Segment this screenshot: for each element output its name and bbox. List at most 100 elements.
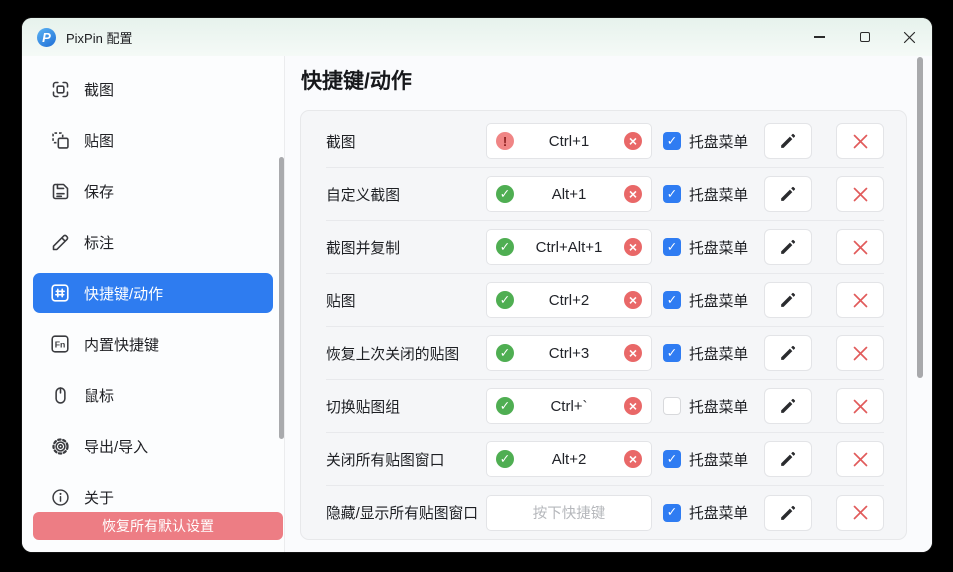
sidebar-item-label: 贴图 bbox=[84, 130, 114, 151]
sidebar-item-save[interactable]: 保存 bbox=[33, 171, 273, 211]
tray-checkbox[interactable]: ✓ bbox=[663, 132, 681, 150]
sidebar-item-label: 保存 bbox=[84, 181, 114, 202]
clear-hotkey-icon[interactable]: × bbox=[624, 132, 642, 150]
sidebar-item-about[interactable]: 关于 bbox=[33, 477, 273, 517]
tray-checkbox[interactable]: ✓ bbox=[663, 238, 681, 256]
maximize-button[interactable] bbox=[842, 18, 887, 56]
clear-hotkey-icon[interactable]: × bbox=[624, 185, 642, 203]
hotkey-input[interactable]: ✓Ctrl+3× bbox=[486, 335, 652, 371]
delete-x-icon bbox=[850, 343, 871, 364]
maximize-icon bbox=[860, 32, 870, 42]
clear-hotkey-icon[interactable]: × bbox=[624, 238, 642, 256]
sidebar-nav: 截图贴图保存标注快捷键/动作 Fn内置快捷键鼠标导出/导入关于 bbox=[33, 69, 273, 517]
tray-menu-option: ✓ 托盘菜单 bbox=[663, 343, 748, 364]
ok-status-icon: ✓ bbox=[496, 238, 514, 256]
ok-status-icon: ✓ bbox=[496, 397, 514, 415]
ok-status-icon: ✓ bbox=[496, 344, 514, 362]
sidebar-item-export-import[interactable]: 导出/导入 bbox=[33, 426, 273, 466]
sidebar: 截图贴图保存标注快捷键/动作 Fn内置快捷键鼠标导出/导入关于 恢复所有默认设置 bbox=[22, 56, 285, 552]
tray-checkbox[interactable]: ✓ bbox=[663, 504, 681, 522]
clear-hotkey-icon[interactable]: × bbox=[624, 291, 642, 309]
hotkey-row-label: 恢复上次关闭的贴图 bbox=[326, 343, 486, 364]
tray-checkbox[interactable]: ✓ bbox=[663, 450, 681, 468]
sidebar-item-mouse[interactable]: 鼠标 bbox=[33, 375, 273, 415]
edit-hotkey-button[interactable] bbox=[764, 229, 812, 265]
tray-menu-label: 托盘菜单 bbox=[689, 343, 748, 364]
app-body: 截图贴图保存标注快捷键/动作Fn内置快捷键鼠标导出/导入关于 恢复所有默认设置 … bbox=[22, 56, 932, 552]
hash-icon bbox=[49, 282, 71, 304]
tray-menu-option: ✓托盘菜单 bbox=[663, 184, 748, 205]
sidebar-item-pin[interactable]: 贴图 bbox=[33, 120, 273, 160]
hotkey-input[interactable]: !Ctrl+1× bbox=[486, 123, 652, 159]
sidebar-item-hotkeys[interactable]: 快捷键/动作 bbox=[33, 273, 273, 313]
delete-hotkey-button[interactable] bbox=[836, 176, 884, 212]
clear-hotkey-icon[interactable]: × bbox=[624, 344, 642, 362]
edit-hotkey-button[interactable] bbox=[764, 388, 812, 424]
pencil-icon bbox=[778, 131, 798, 151]
edit-hotkey-button[interactable] bbox=[764, 335, 812, 371]
edit-hotkey-button[interactable] bbox=[764, 123, 812, 159]
hotkey-input[interactable]: ✓Ctrl+`× bbox=[486, 388, 652, 424]
hotkey-value: Ctrl+1 bbox=[514, 133, 624, 150]
sidebar-item-label: 鼠标 bbox=[84, 385, 114, 406]
hotkey-row-label: 关闭所有贴图窗口 bbox=[326, 449, 486, 470]
hotkey-value: Ctrl+` bbox=[514, 398, 624, 415]
edit-hotkey-button[interactable] bbox=[764, 282, 812, 318]
pixpin-logo-icon: P bbox=[37, 28, 56, 47]
hotkey-row: 截图并复制✓Ctrl+Alt+1×✓托盘菜单 bbox=[326, 221, 884, 274]
delete-hotkey-button[interactable] bbox=[836, 388, 884, 424]
hotkey-row: 关闭所有贴图窗口✓Alt+2×✓托盘菜单 bbox=[326, 433, 884, 486]
delete-x-icon bbox=[850, 237, 871, 258]
hotkey-row-label: 截图并复制 bbox=[326, 237, 486, 258]
edit-hotkey-button[interactable] bbox=[764, 441, 812, 477]
edit-hotkey-button[interactable] bbox=[764, 176, 812, 212]
delete-hotkey-button[interactable] bbox=[836, 229, 884, 265]
hotkey-rows: 截图!Ctrl+1×✓托盘菜单自定义截图✓Alt+1×✓托盘菜单截图并复制✓Ct… bbox=[326, 115, 884, 539]
tray-checkbox[interactable]: ✓ bbox=[663, 344, 681, 362]
reset-defaults-button[interactable]: 恢复所有默认设置 bbox=[33, 512, 283, 540]
delete-hotkey-button[interactable] bbox=[836, 441, 884, 477]
hotkey-input[interactable]: ✓Alt+2× bbox=[486, 441, 652, 477]
sidebar-scrollbar[interactable] bbox=[279, 157, 284, 439]
hotkey-row: 截图!Ctrl+1×✓托盘菜单 bbox=[326, 115, 884, 168]
clear-hotkey-icon[interactable]: × bbox=[624, 397, 642, 415]
close-icon bbox=[903, 31, 916, 44]
minimize-button[interactable] bbox=[797, 18, 842, 56]
tray-menu-option: ✓托盘菜单 bbox=[663, 290, 748, 311]
hotkey-row: 贴图✓Ctrl+2×✓托盘菜单 bbox=[326, 274, 884, 327]
tray-checkbox[interactable]: ✓ bbox=[663, 185, 681, 203]
gear-icon bbox=[49, 435, 71, 457]
hotkey-input[interactable]: ✓Alt+1× bbox=[486, 176, 652, 212]
tray-menu-label: 托盘菜单 bbox=[689, 502, 748, 523]
clear-hotkey-icon[interactable]: × bbox=[624, 450, 642, 468]
titlebar: P PixPin 配置 bbox=[22, 18, 932, 56]
delete-hotkey-button[interactable] bbox=[836, 123, 884, 159]
pencil-icon bbox=[778, 343, 798, 363]
tray-checkbox[interactable]: ✓ bbox=[663, 291, 681, 309]
hotkey-row-label: 隐藏/显示所有贴图窗口 bbox=[326, 502, 486, 523]
sidebar-item-screenshot[interactable]: 截图 bbox=[33, 69, 273, 109]
content-scrollbar[interactable] bbox=[917, 57, 923, 378]
hotkeys-panel: 截图!Ctrl+1×✓托盘菜单自定义截图✓Alt+1×✓托盘菜单截图并复制✓Ct… bbox=[300, 110, 907, 540]
sidebar-item-builtin-hotkeys[interactable]: Fn内置快捷键 bbox=[33, 324, 273, 364]
error-status-icon: ! bbox=[496, 132, 514, 150]
edit-hotkey-button[interactable] bbox=[764, 495, 812, 531]
hotkey-value: Alt+2 bbox=[514, 451, 624, 468]
hotkey-input[interactable]: 按下快捷键 bbox=[486, 495, 652, 531]
sidebar-item-label: 快捷键/动作 bbox=[84, 283, 163, 304]
hotkey-input[interactable]: ✓Ctrl+Alt+1× bbox=[486, 229, 652, 265]
close-button[interactable] bbox=[887, 18, 932, 56]
delete-hotkey-button[interactable] bbox=[836, 335, 884, 371]
pencil-icon bbox=[778, 237, 798, 257]
pixpin-config-window: P PixPin 配置 截图贴图保存标注快捷键/动作Fn内置快捷键鼠标导出/导入… bbox=[22, 18, 932, 552]
page-title: 快捷键/动作 bbox=[301, 68, 932, 96]
tray-checkbox[interactable] bbox=[663, 397, 681, 415]
delete-hotkey-button[interactable] bbox=[836, 282, 884, 318]
sidebar-item-annotate[interactable]: 标注 bbox=[33, 222, 273, 262]
delete-x-icon bbox=[850, 502, 871, 523]
delete-hotkey-button[interactable] bbox=[836, 495, 884, 531]
sidebar-item-label: 导出/导入 bbox=[84, 436, 148, 457]
hotkey-value: 按下快捷键 bbox=[496, 502, 642, 523]
hotkey-input[interactable]: ✓Ctrl+2× bbox=[486, 282, 652, 318]
ok-status-icon: ✓ bbox=[496, 450, 514, 468]
